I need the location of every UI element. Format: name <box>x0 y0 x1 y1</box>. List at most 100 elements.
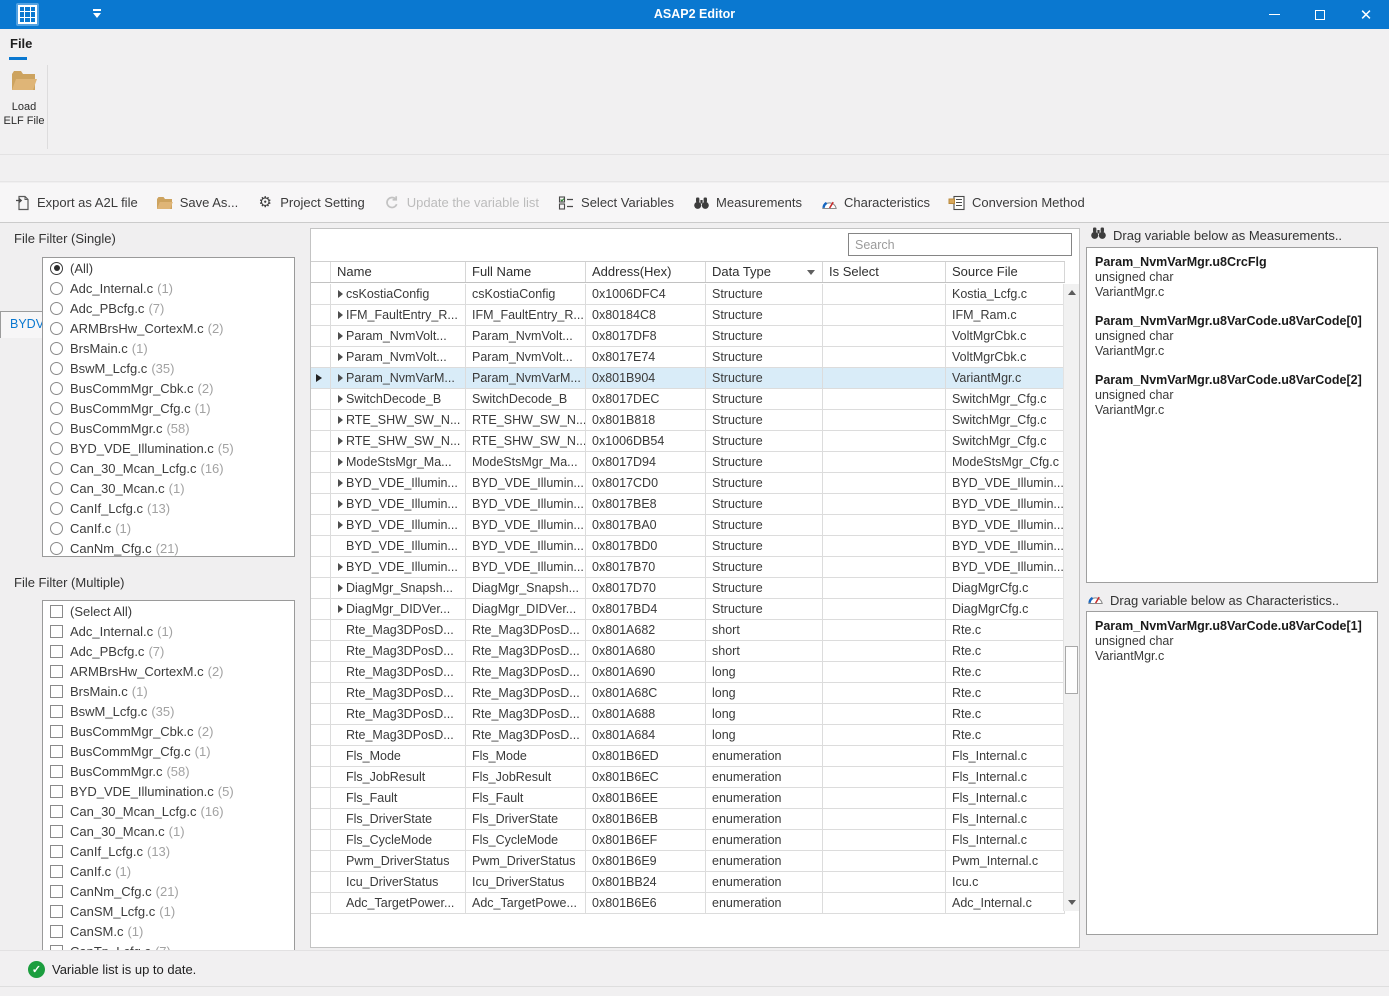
single-filter-item[interactable]: BswM_Lcfg.c(35) <box>43 358 294 378</box>
cell-is-select[interactable] <box>823 368 946 388</box>
radio-icon[interactable] <box>50 302 63 315</box>
cell-source-file[interactable]: Rte.c <box>946 641 1065 661</box>
cell-address[interactable]: 0x8017DF8 <box>586 326 706 346</box>
table-row[interactable]: csKostiaConfigcsKostiaConfig0x1006DFC4St… <box>311 284 1065 305</box>
cell-full-name[interactable]: Fls_Mode <box>466 746 586 766</box>
multiple-filter-item[interactable]: BswM_Lcfg.c(35) <box>43 701 294 721</box>
radio-icon[interactable] <box>50 442 63 455</box>
scroll-up-icon[interactable] <box>1064 284 1080 301</box>
table-row[interactable]: Param_NvmVarM...Param_NvmVarM...0x801B90… <box>311 368 1065 389</box>
cell-full-name[interactable]: Pwm_DriverStatus <box>466 851 586 871</box>
radio-icon[interactable] <box>50 282 63 295</box>
cell-source-file[interactable]: Fls_Internal.c <box>946 788 1065 808</box>
row-selector-cell[interactable] <box>311 536 331 556</box>
cell-name[interactable]: Rte_Mag3DPosD... <box>331 704 466 724</box>
cell-name[interactable]: Param_NvmVarM... <box>331 368 466 388</box>
draggable-variable-card[interactable]: Param_NvmVarMgr.u8VarCode.u8VarCode[0]un… <box>1095 313 1369 359</box>
cell-full-name[interactable]: BYD_VDE_Illumin... <box>466 557 586 577</box>
cell-full-name[interactable]: DiagMgr_Snapsh... <box>466 578 586 598</box>
toolbar-project-setting-button[interactable]: ⚙Project Setting <box>256 195 365 211</box>
multiple-filter-item[interactable]: ARMBrsHw_CortexM.c(2) <box>43 661 294 681</box>
cell-source-file[interactable]: IFM_Ram.c <box>946 305 1065 325</box>
row-selector-cell[interactable] <box>311 599 331 619</box>
single-filter-item[interactable]: BrsMain.c(1) <box>43 338 294 358</box>
cell-source-file[interactable]: Rte.c <box>946 683 1065 703</box>
cell-full-name[interactable]: Param_NvmVolt... <box>466 326 586 346</box>
expand-arrow-icon[interactable] <box>334 290 346 298</box>
cell-is-select[interactable] <box>823 347 946 367</box>
cell-source-file[interactable]: Fls_Internal.c <box>946 767 1065 787</box>
cell-data-type[interactable]: short <box>706 620 823 640</box>
cell-full-name[interactable]: ModeStsMgr_Ma... <box>466 452 586 472</box>
cell-name[interactable]: Fls_CycleMode <box>331 830 466 850</box>
cell-name[interactable]: Rte_Mag3DPosD... <box>331 620 466 640</box>
cell-source-file[interactable]: BYD_VDE_Illumin... <box>946 473 1065 493</box>
multiple-filter-item[interactable]: BrsMain.c(1) <box>43 681 294 701</box>
single-filter-item[interactable]: CanIf_Lcfg.c(13) <box>43 498 294 518</box>
checkbox-icon[interactable] <box>50 685 63 698</box>
cell-data-type[interactable]: Structure <box>706 494 823 514</box>
cell-address[interactable]: 0x801BB24 <box>586 872 706 892</box>
cell-address[interactable]: 0x801B6EC <box>586 767 706 787</box>
expand-arrow-icon[interactable] <box>334 353 346 361</box>
cell-full-name[interactable]: RTE_SHW_SW_N... <box>466 431 586 451</box>
cell-is-select[interactable] <box>823 494 946 514</box>
cell-source-file[interactable]: Rte.c <box>946 662 1065 682</box>
cell-full-name[interactable]: Icu_DriverStatus <box>466 872 586 892</box>
checkbox-icon[interactable] <box>50 865 63 878</box>
checkbox-icon[interactable] <box>50 805 63 818</box>
cell-data-type[interactable]: enumeration <box>706 788 823 808</box>
table-row[interactable]: BYD_VDE_Illumin...BYD_VDE_Illumin...0x80… <box>311 494 1065 515</box>
cell-full-name[interactable]: Param_NvmVarM... <box>466 368 586 388</box>
expand-arrow-icon[interactable] <box>334 605 346 613</box>
cell-source-file[interactable]: Icu.c <box>946 872 1065 892</box>
cell-data-type[interactable]: Structure <box>706 515 823 535</box>
expand-arrow-icon[interactable] <box>334 332 346 340</box>
cell-address[interactable]: 0x8017BE8 <box>586 494 706 514</box>
cell-data-type[interactable]: long <box>706 662 823 682</box>
cell-data-type[interactable]: long <box>706 725 823 745</box>
row-selector-cell[interactable] <box>311 473 331 493</box>
cell-data-type[interactable]: Structure <box>706 305 823 325</box>
cell-address[interactable]: 0x801A684 <box>586 725 706 745</box>
cell-source-file[interactable]: Kostia_Lcfg.c <box>946 284 1065 304</box>
table-row[interactable]: Rte_Mag3DPosD...Rte_Mag3DPosD...0x801A68… <box>311 725 1065 746</box>
row-selector-cell[interactable] <box>311 452 331 472</box>
scroll-down-icon[interactable] <box>1064 894 1080 911</box>
expand-arrow-icon[interactable] <box>334 563 346 571</box>
toolbar-measurements-button[interactable]: Measurements <box>692 195 802 211</box>
cell-source-file[interactable]: VariantMgr.c <box>946 368 1065 388</box>
table-row[interactable]: Fls_CycleModeFls_CycleMode0x801B6EFenume… <box>311 830 1065 851</box>
cell-address[interactable]: 0x801B818 <box>586 410 706 430</box>
cell-address[interactable]: 0x80184C8 <box>586 305 706 325</box>
cell-is-select[interactable] <box>823 704 946 724</box>
cell-source-file[interactable]: Adc_Internal.c <box>946 893 1065 913</box>
row-selector-cell[interactable] <box>311 620 331 640</box>
draggable-variable-card[interactable]: Param_NvmVarMgr.u8CrcFlgunsigned charVar… <box>1095 254 1369 300</box>
cell-full-name[interactable]: BYD_VDE_Illumin... <box>466 515 586 535</box>
row-selector-cell[interactable] <box>311 893 331 913</box>
multiple-filter-item[interactable]: CanIf.c(1) <box>43 861 294 881</box>
cell-address[interactable]: 0x801B904 <box>586 368 706 388</box>
cell-is-select[interactable] <box>823 620 946 640</box>
radio-icon[interactable] <box>50 462 63 475</box>
cell-name[interactable]: BYD_VDE_Illumin... <box>331 473 466 493</box>
cell-data-type[interactable]: enumeration <box>706 893 823 913</box>
cell-source-file[interactable]: Rte.c <box>946 704 1065 724</box>
table-row[interactable]: RTE_SHW_SW_N...RTE_SHW_SW_N...0x1006DB54… <box>311 431 1065 452</box>
cell-address[interactable]: 0x801B6E9 <box>586 851 706 871</box>
cell-data-type[interactable]: Structure <box>706 389 823 409</box>
cell-address[interactable]: 0x801B6EE <box>586 788 706 808</box>
cell-data-type[interactable]: enumeration <box>706 746 823 766</box>
toolbar-conversion-method-button[interactable]: Conversion Method <box>948 195 1085 211</box>
checkbox-icon[interactable] <box>50 905 63 918</box>
single-filter-item[interactable]: (All) <box>43 258 294 278</box>
cell-address[interactable]: 0x801B6EF <box>586 830 706 850</box>
row-selector-cell[interactable] <box>311 683 331 703</box>
characteristics-drop-list[interactable]: Param_NvmVarMgr.u8VarCode.u8VarCode[1]un… <box>1086 611 1378 935</box>
cell-address[interactable]: 0x801A68C <box>586 683 706 703</box>
cell-address[interactable]: 0x8017DEC <box>586 389 706 409</box>
cell-address[interactable]: 0x801A688 <box>586 704 706 724</box>
cell-data-type[interactable]: enumeration <box>706 851 823 871</box>
cell-source-file[interactable]: VoltMgrCbk.c <box>946 347 1065 367</box>
